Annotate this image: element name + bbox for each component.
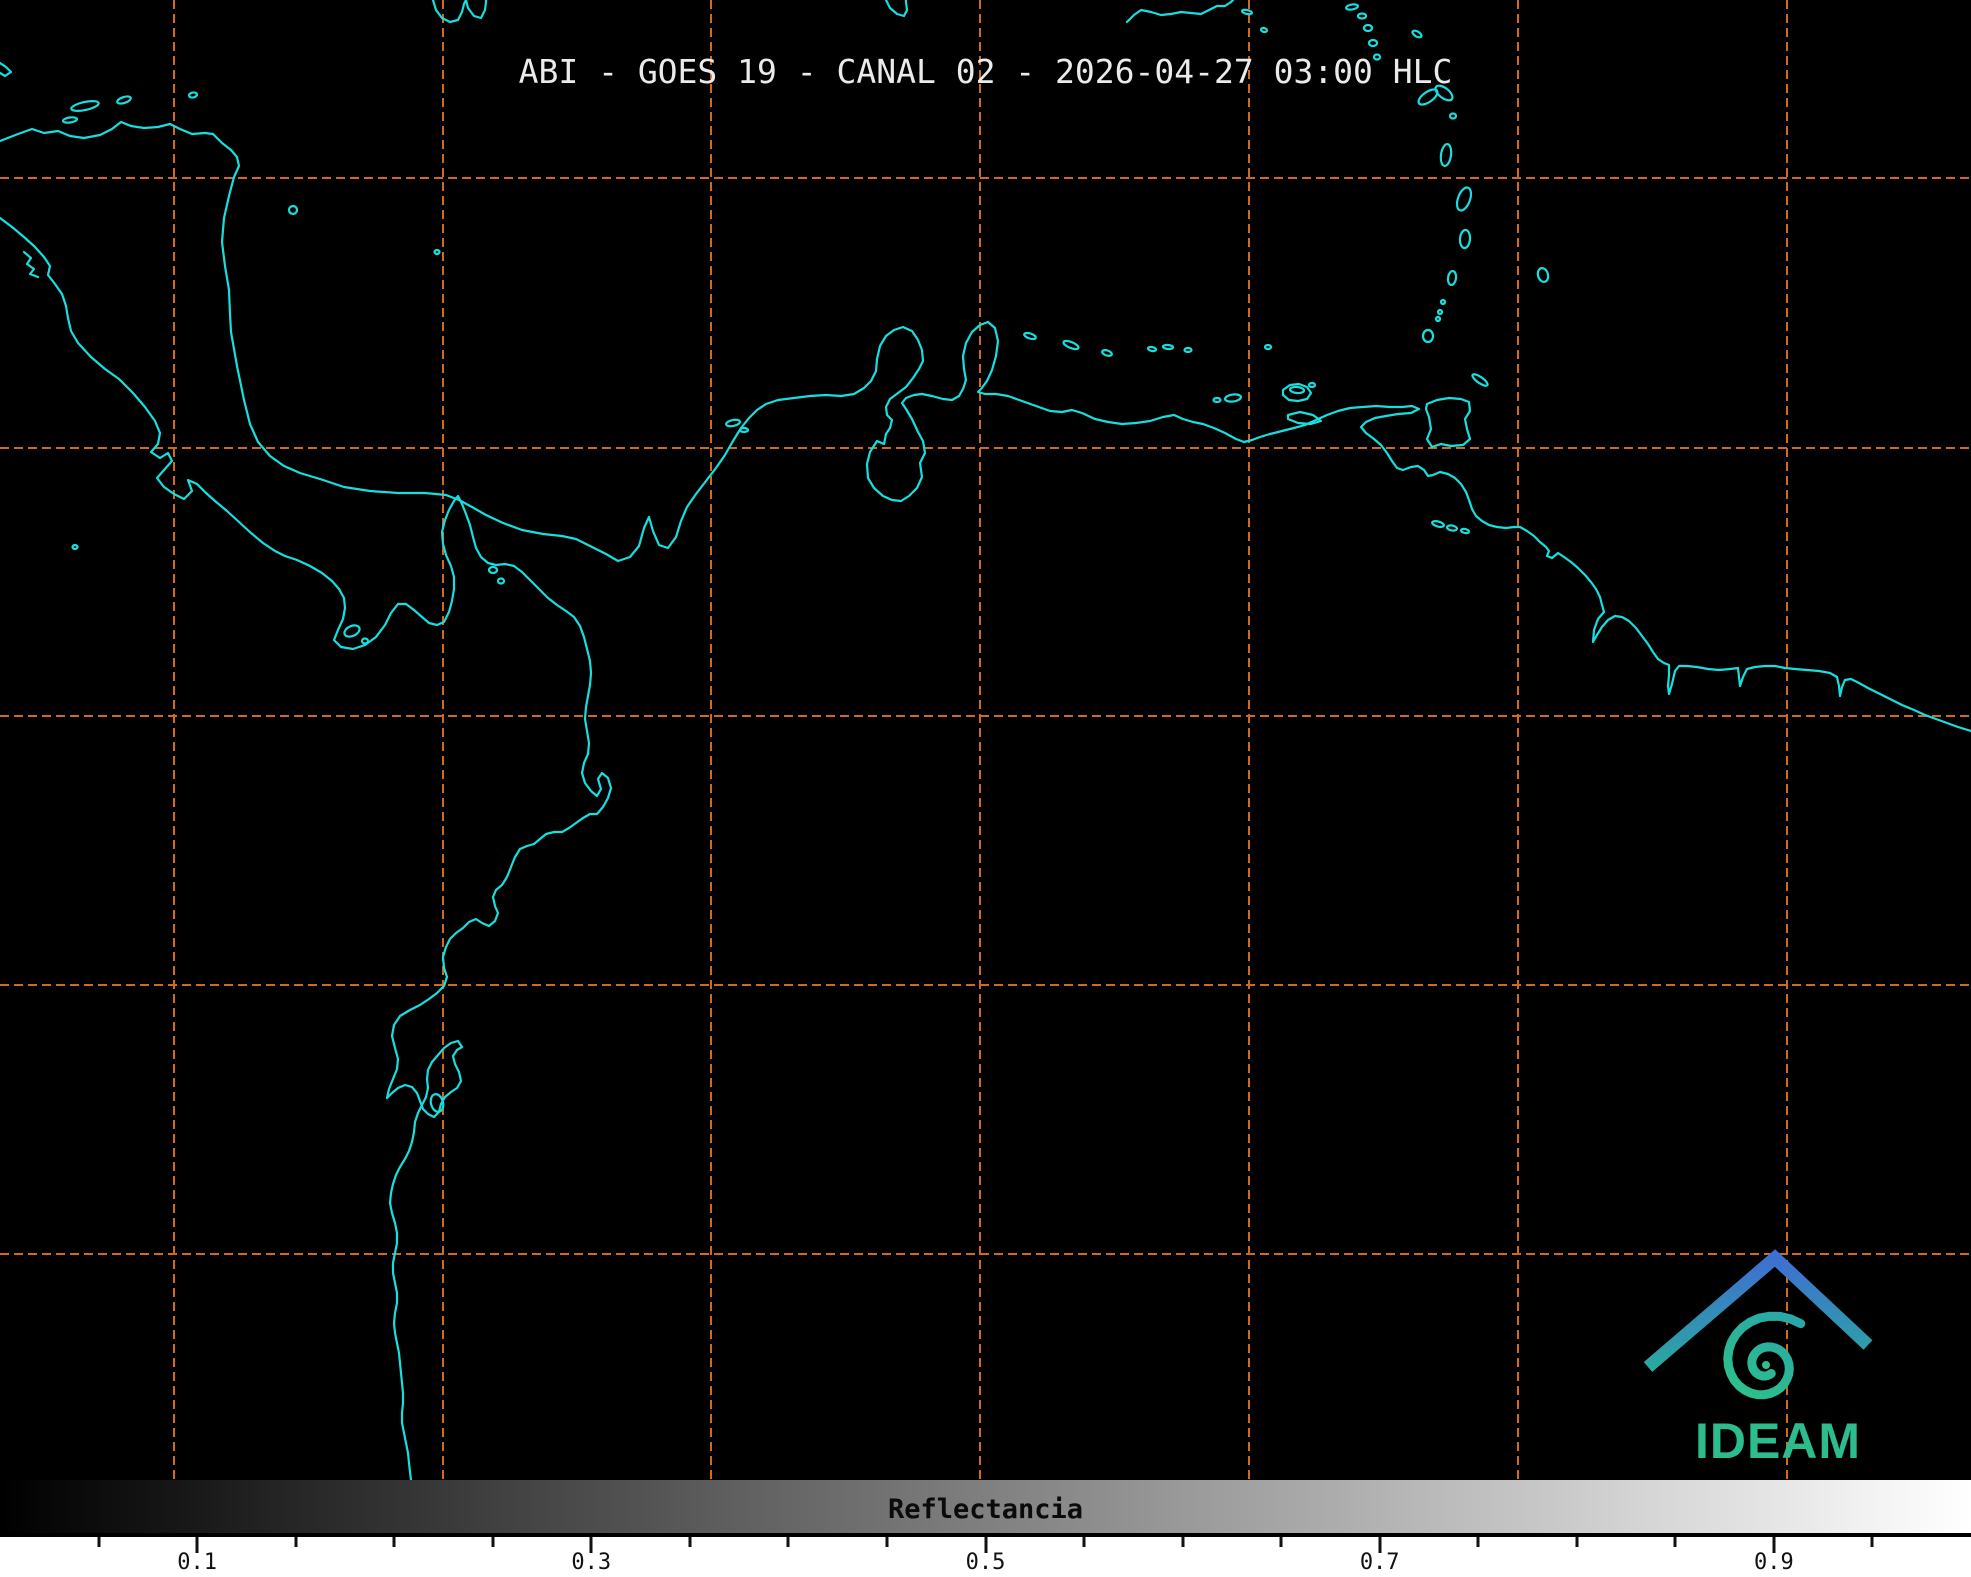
island-outline (1346, 3, 1359, 10)
colorbar-axis: 0.1 0.3 0.5 0.7 0.9 (0, 1537, 1971, 1577)
colorbar-minor-tick (294, 1537, 297, 1547)
island-outline (1432, 520, 1445, 528)
island-outline (1185, 348, 1192, 352)
island-outline (1265, 345, 1271, 349)
island-outline (1288, 412, 1321, 424)
colorbar-tick-label: 0.9 (1754, 1550, 1794, 1575)
island-outline (1309, 383, 1315, 387)
island-outline (1438, 310, 1442, 314)
island-outline (1441, 300, 1445, 304)
colorbar-tick-label: 0.3 (571, 1550, 611, 1575)
colorbar-tick-label: 0.7 (1360, 1550, 1400, 1575)
island-outline (489, 567, 497, 573)
island-outline (1447, 271, 1457, 286)
colorbar-label: Reflectancia (0, 1494, 1971, 1525)
island-outline (1423, 330, 1433, 342)
island-outline (1411, 29, 1422, 38)
reflectance-colorbar: Reflectancia 0.1 0.3 0.5 0.7 0.9 (0, 1480, 1971, 1577)
ideam-wordmark: IDEAM (1658, 1412, 1898, 1470)
coastline (0, 218, 611, 1480)
island-outline (1461, 528, 1470, 533)
colorbar-minor-tick (885, 1537, 888, 1547)
island-outline (1163, 345, 1173, 350)
colorbar-tick-label: 0.5 (966, 1550, 1006, 1575)
colorbar-minor-tick (1181, 1537, 1184, 1547)
ideam-logo: IDEAM (1630, 1240, 1930, 1480)
island-outline (1440, 143, 1453, 166)
hurricane-spiral-icon (1728, 1316, 1801, 1395)
colorbar-minor-tick (491, 1537, 494, 1547)
coastline (433, 0, 486, 22)
satellite-image-viewer: ABI - GOES 19 - CANAL 02 - 2026-04-27 03… (0, 0, 1971, 1577)
island-outline (498, 579, 504, 584)
island-outline (1426, 398, 1470, 447)
colorbar-minor-tick (1477, 1537, 1480, 1547)
coastline (24, 252, 38, 277)
island-outline (1436, 317, 1440, 321)
colorbar-minor-tick (688, 1537, 691, 1547)
island-outline (362, 639, 368, 644)
island-outline (1214, 398, 1221, 402)
island-outline (70, 99, 99, 113)
colorbar-gradient: Reflectancia (0, 1480, 1971, 1533)
island-outline (1242, 9, 1253, 15)
coastline (886, 0, 907, 16)
colorbar-minor-tick (97, 1537, 100, 1547)
satellite-map: ABI - GOES 19 - CANAL 02 - 2026-04-27 03… (0, 0, 1971, 1480)
island-outline (1454, 186, 1473, 213)
colorbar-minor-tick (1280, 1537, 1283, 1547)
island-outline (1369, 40, 1377, 46)
island-outline (63, 117, 78, 124)
colorbar-tick-label: 0.1 (177, 1550, 217, 1575)
colorbar-minor-tick (1575, 1537, 1578, 1547)
island-outline (343, 623, 362, 639)
colorbar-minor-tick (1674, 1537, 1677, 1547)
island-outline (1358, 14, 1366, 19)
colorbar-minor-tick (393, 1537, 396, 1547)
island-outline (73, 545, 78, 549)
island-outline (1101, 349, 1112, 357)
map-title: ABI - GOES 19 - CANAL 02 - 2026-04-27 03… (0, 52, 1971, 91)
island-outline (1062, 339, 1079, 351)
colorbar-minor-tick (787, 1537, 790, 1547)
island-outline (740, 428, 748, 432)
island-outline (1364, 25, 1372, 31)
island-outline (726, 419, 741, 428)
colorbar-minor-tick (1871, 1537, 1874, 1547)
island-outline (435, 250, 440, 254)
colorbar-minor-tick (1083, 1537, 1086, 1547)
island-outline (189, 92, 198, 98)
island-outline (1459, 230, 1470, 249)
spiral-center-dot (1762, 1361, 1770, 1369)
island-outline (1225, 393, 1242, 402)
island-outline (1536, 267, 1549, 283)
island-outline (1261, 27, 1268, 32)
island-outline (116, 95, 131, 105)
coastline (1127, 0, 1233, 22)
island-outline (1450, 114, 1456, 119)
island-outline (1471, 372, 1489, 387)
island-outline (1148, 346, 1157, 351)
island-outline (1024, 332, 1037, 340)
island-outline (289, 206, 297, 214)
island-outline (1290, 386, 1304, 393)
island-outline (1447, 525, 1458, 532)
